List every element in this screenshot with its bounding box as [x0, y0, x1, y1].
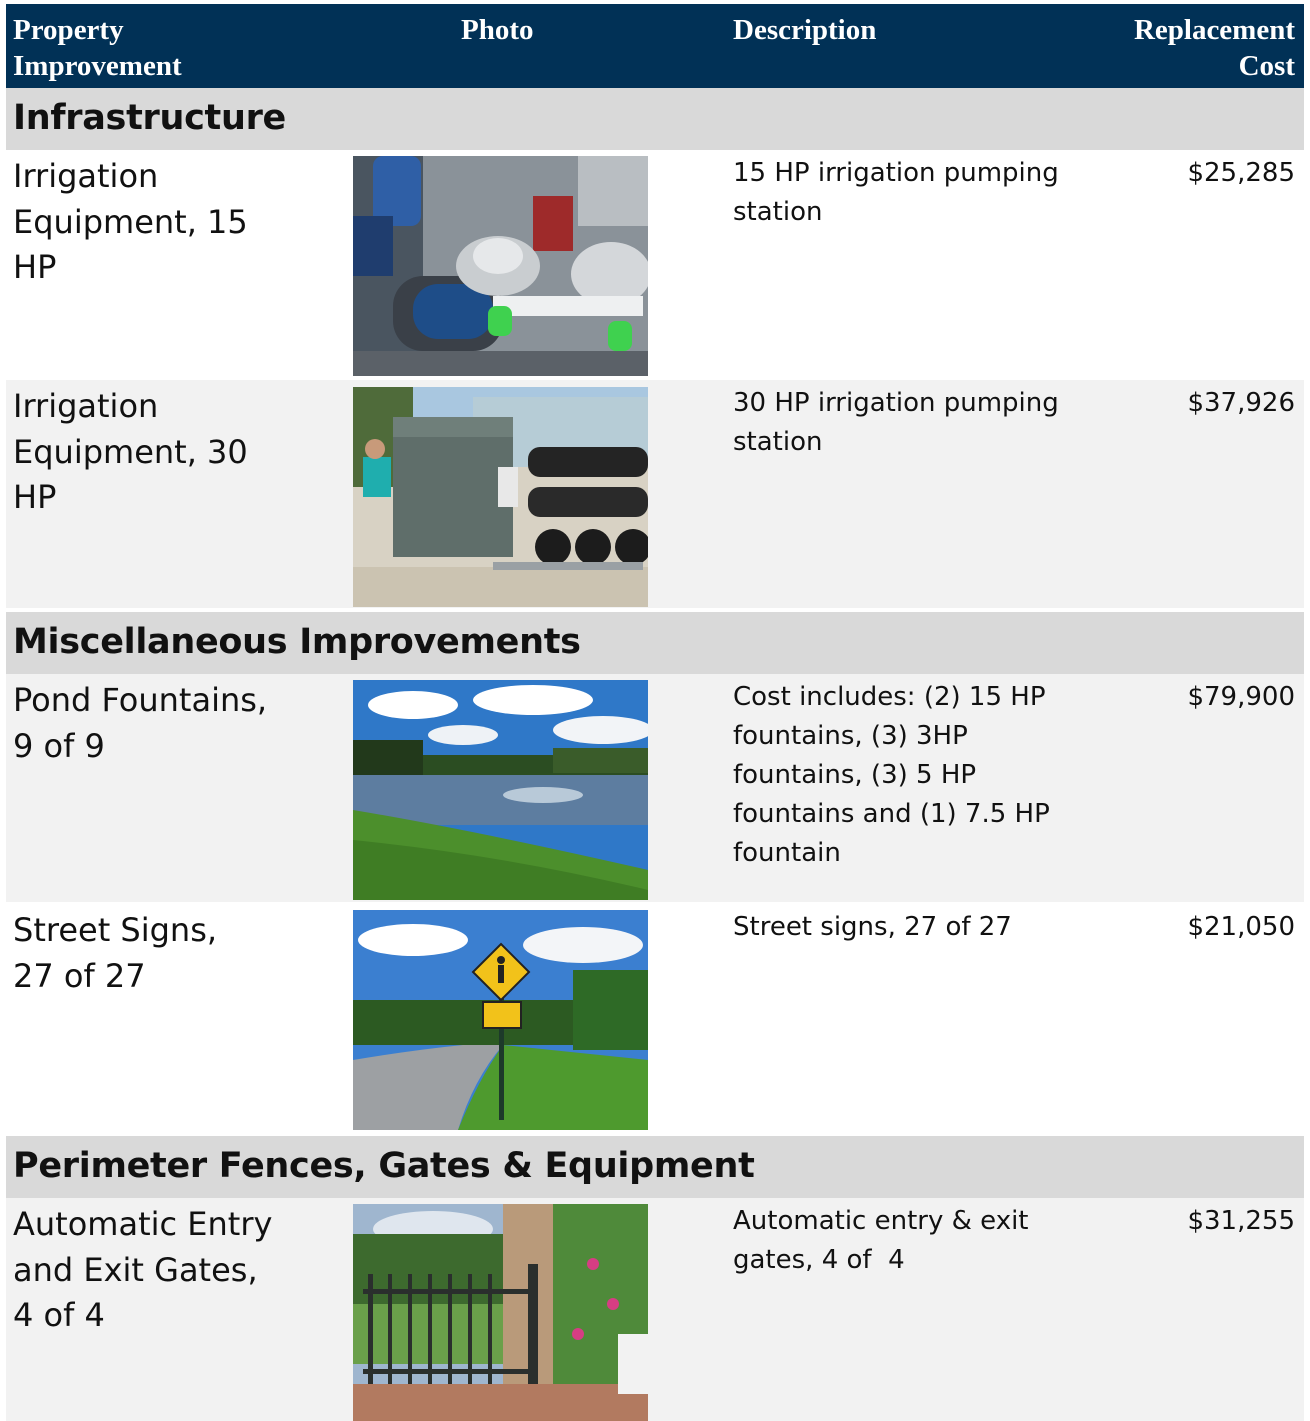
- table-row: Automatic Entry and Exit Gates, 4 of 4 A…: [6, 1198, 1304, 1421]
- improvement-description: Street signs, 27 of 27: [733, 912, 1012, 942]
- replacement-cost: $21,050: [1187, 912, 1295, 942]
- table-row: Street Signs, 27 of 27 Street signs, 27 …: [6, 904, 1304, 1132]
- irrigation-pump-15hp-photo: [353, 156, 648, 376]
- header-replacement-cost: Replacement Cost: [1133, 14, 1295, 82]
- table-row: Irrigation Equipment, 15 HP 15 HP irriga…: [6, 150, 1304, 378]
- section-heading-infrastructure: Infrastructure: [6, 88, 1304, 150]
- header-photo: Photo: [461, 14, 534, 46]
- replacement-cost: $25,285: [1187, 158, 1295, 188]
- property-improvement-name: Irrigation Equipment, 30 HP: [13, 387, 248, 516]
- section-title: Infrastructure: [13, 98, 286, 138]
- header-property-improvement: Property Improvement: [13, 14, 182, 82]
- improvement-description: Cost includes: (2) 15 HP fountains, (3) …: [733, 682, 1050, 868]
- table-row: Pond Fountains, 9 of 9 Cost includes: (2…: [6, 674, 1304, 902]
- property-improvement-name: Irrigation Equipment, 15 HP: [13, 157, 248, 286]
- improvement-description: 30 HP irrigation pumping station: [733, 388, 1059, 457]
- entry-gate-photo: [353, 1204, 648, 1421]
- header-description: Description: [733, 14, 877, 46]
- property-improvement-name: Street Signs, 27 of 27: [13, 911, 218, 995]
- replacement-cost: $37,926: [1187, 388, 1295, 418]
- section-title: Perimeter Fences, Gates & Equipment: [13, 1146, 755, 1186]
- section-heading-perimeter-fences-gates-equipment: Perimeter Fences, Gates & Equipment: [6, 1136, 1304, 1198]
- replacement-cost: $31,255: [1187, 1206, 1295, 1236]
- property-improvement-name: Automatic Entry and Exit Gates, 4 of 4: [13, 1205, 273, 1334]
- property-improvement-name: Pond Fountains, 9 of 9: [13, 681, 268, 765]
- street-sign-photo: [353, 910, 648, 1130]
- section-heading-miscellaneous-improvements: Miscellaneous Improvements: [6, 612, 1304, 674]
- table-header: Property Improvement Photo Description R…: [6, 4, 1304, 88]
- replacement-cost-table: Property Improvement Photo Description R…: [0, 0, 1310, 1421]
- table-row: Irrigation Equipment, 30 HP 30 HP irriga…: [6, 380, 1304, 608]
- pond-fountain-photo: [353, 680, 648, 900]
- replacement-cost: $79,900: [1187, 682, 1295, 712]
- improvement-description: 15 HP irrigation pumping station: [733, 158, 1059, 227]
- improvement-description: Automatic entry & exit gates, 4 of 4: [733, 1206, 1037, 1275]
- section-title: Miscellaneous Improvements: [13, 622, 581, 662]
- irrigation-pump-30hp-photo: [353, 387, 648, 607]
